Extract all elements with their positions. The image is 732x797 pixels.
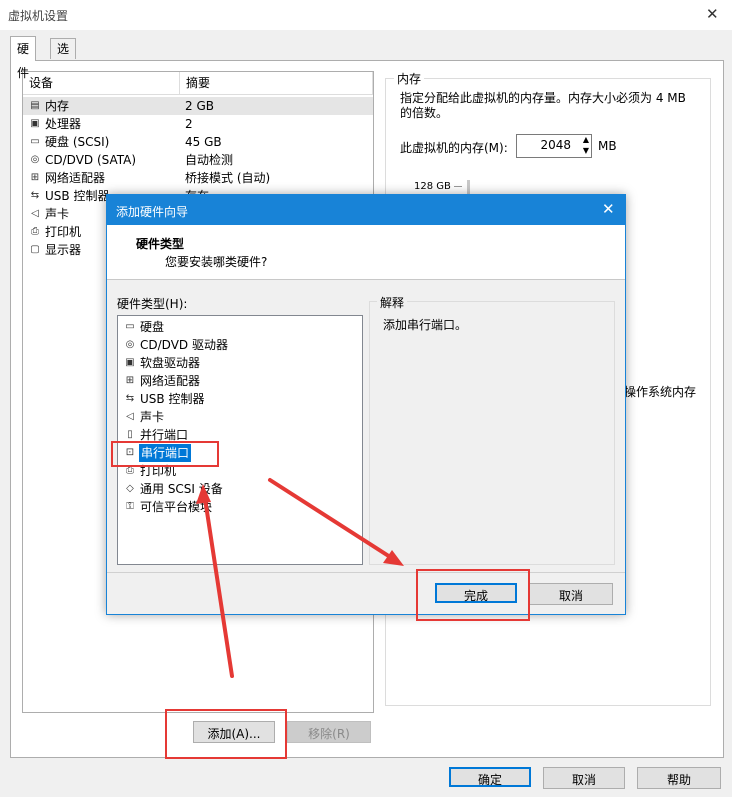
arrow-to-serial-port [202,490,234,678]
tab-hardware[interactable]: 硬件 [10,36,37,80]
annotation-arrows [196,478,404,678]
arrow-to-finish [268,478,400,564]
tab-hardware-label: 硬件 [17,42,30,80]
arrow-head-serial-port [196,484,211,504]
